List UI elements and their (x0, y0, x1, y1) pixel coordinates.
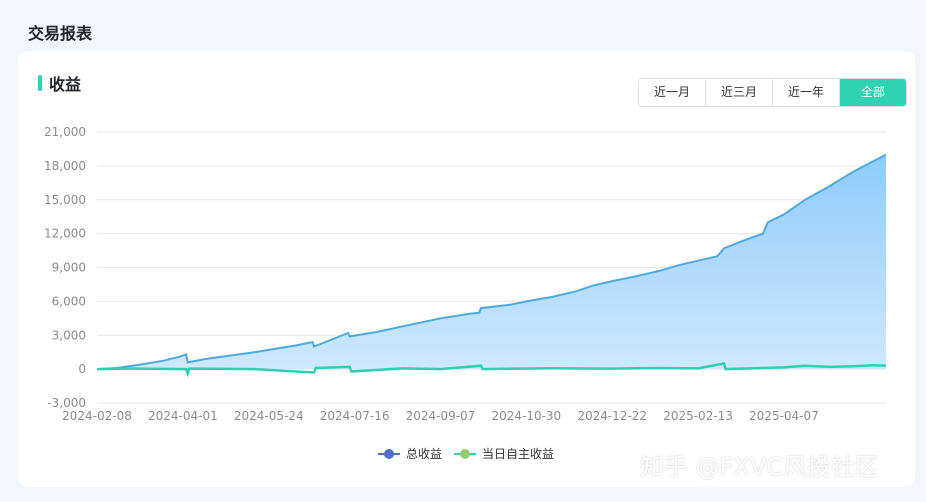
x-tick-label: 2024-10-30 (491, 409, 561, 423)
chart-card: 收益 近一月 近三月 近一年 全部 -3,000 0 3,000 6,000 9,000… (18, 51, 915, 487)
watermark: 知乎 @FXVC风投社区 (640, 453, 880, 481)
x-tick-label: 2024-05-24 (234, 409, 304, 423)
y-tick-label: 12,000 (44, 227, 86, 241)
income-chart[interactable]: -3,000 0 3,000 6,000 9,000 12,000 15,000 18,000… (18, 51, 915, 431)
x-tick-label: 2024-12-22 (577, 409, 647, 423)
y-tick-label: 3,000 (52, 328, 86, 342)
chart-legend: 总收益 当日自主收益 (378, 445, 566, 462)
series-total-area (97, 154, 886, 370)
x-tick-label: 2024-04-01 (148, 409, 218, 423)
legend-item-daily[interactable]: 当日自主收益 (454, 445, 554, 462)
legend-daily-marker (454, 448, 477, 459)
y-tick-label: 6,000 (52, 294, 86, 308)
y-tick-label: 15,000 (44, 193, 86, 207)
legend-daily-label: 当日自主收益 (482, 447, 555, 461)
x-tick-label: 2024-07-16 (320, 409, 390, 423)
x-tick-label: 2025-04-07 (749, 409, 819, 423)
legend-total-label: 总收益 (406, 447, 443, 461)
y-tick-label: 0 (78, 362, 86, 376)
x-tick-label: 2024-09-07 (406, 409, 476, 423)
x-tick-label: 2025-02-13 (663, 409, 733, 423)
legend-total-marker (378, 448, 400, 459)
y-tick-label: 21,000 (44, 125, 86, 139)
y-tick-label: 18,000 (44, 159, 86, 173)
x-tick-label: 2024-02-08 (62, 409, 132, 423)
y-tick-label: -3,000 (47, 396, 86, 410)
y-tick-label: 9,000 (52, 261, 86, 275)
legend-item-total[interactable]: 总收益 (378, 445, 442, 462)
page-title: 交易报表 (28, 24, 93, 43)
